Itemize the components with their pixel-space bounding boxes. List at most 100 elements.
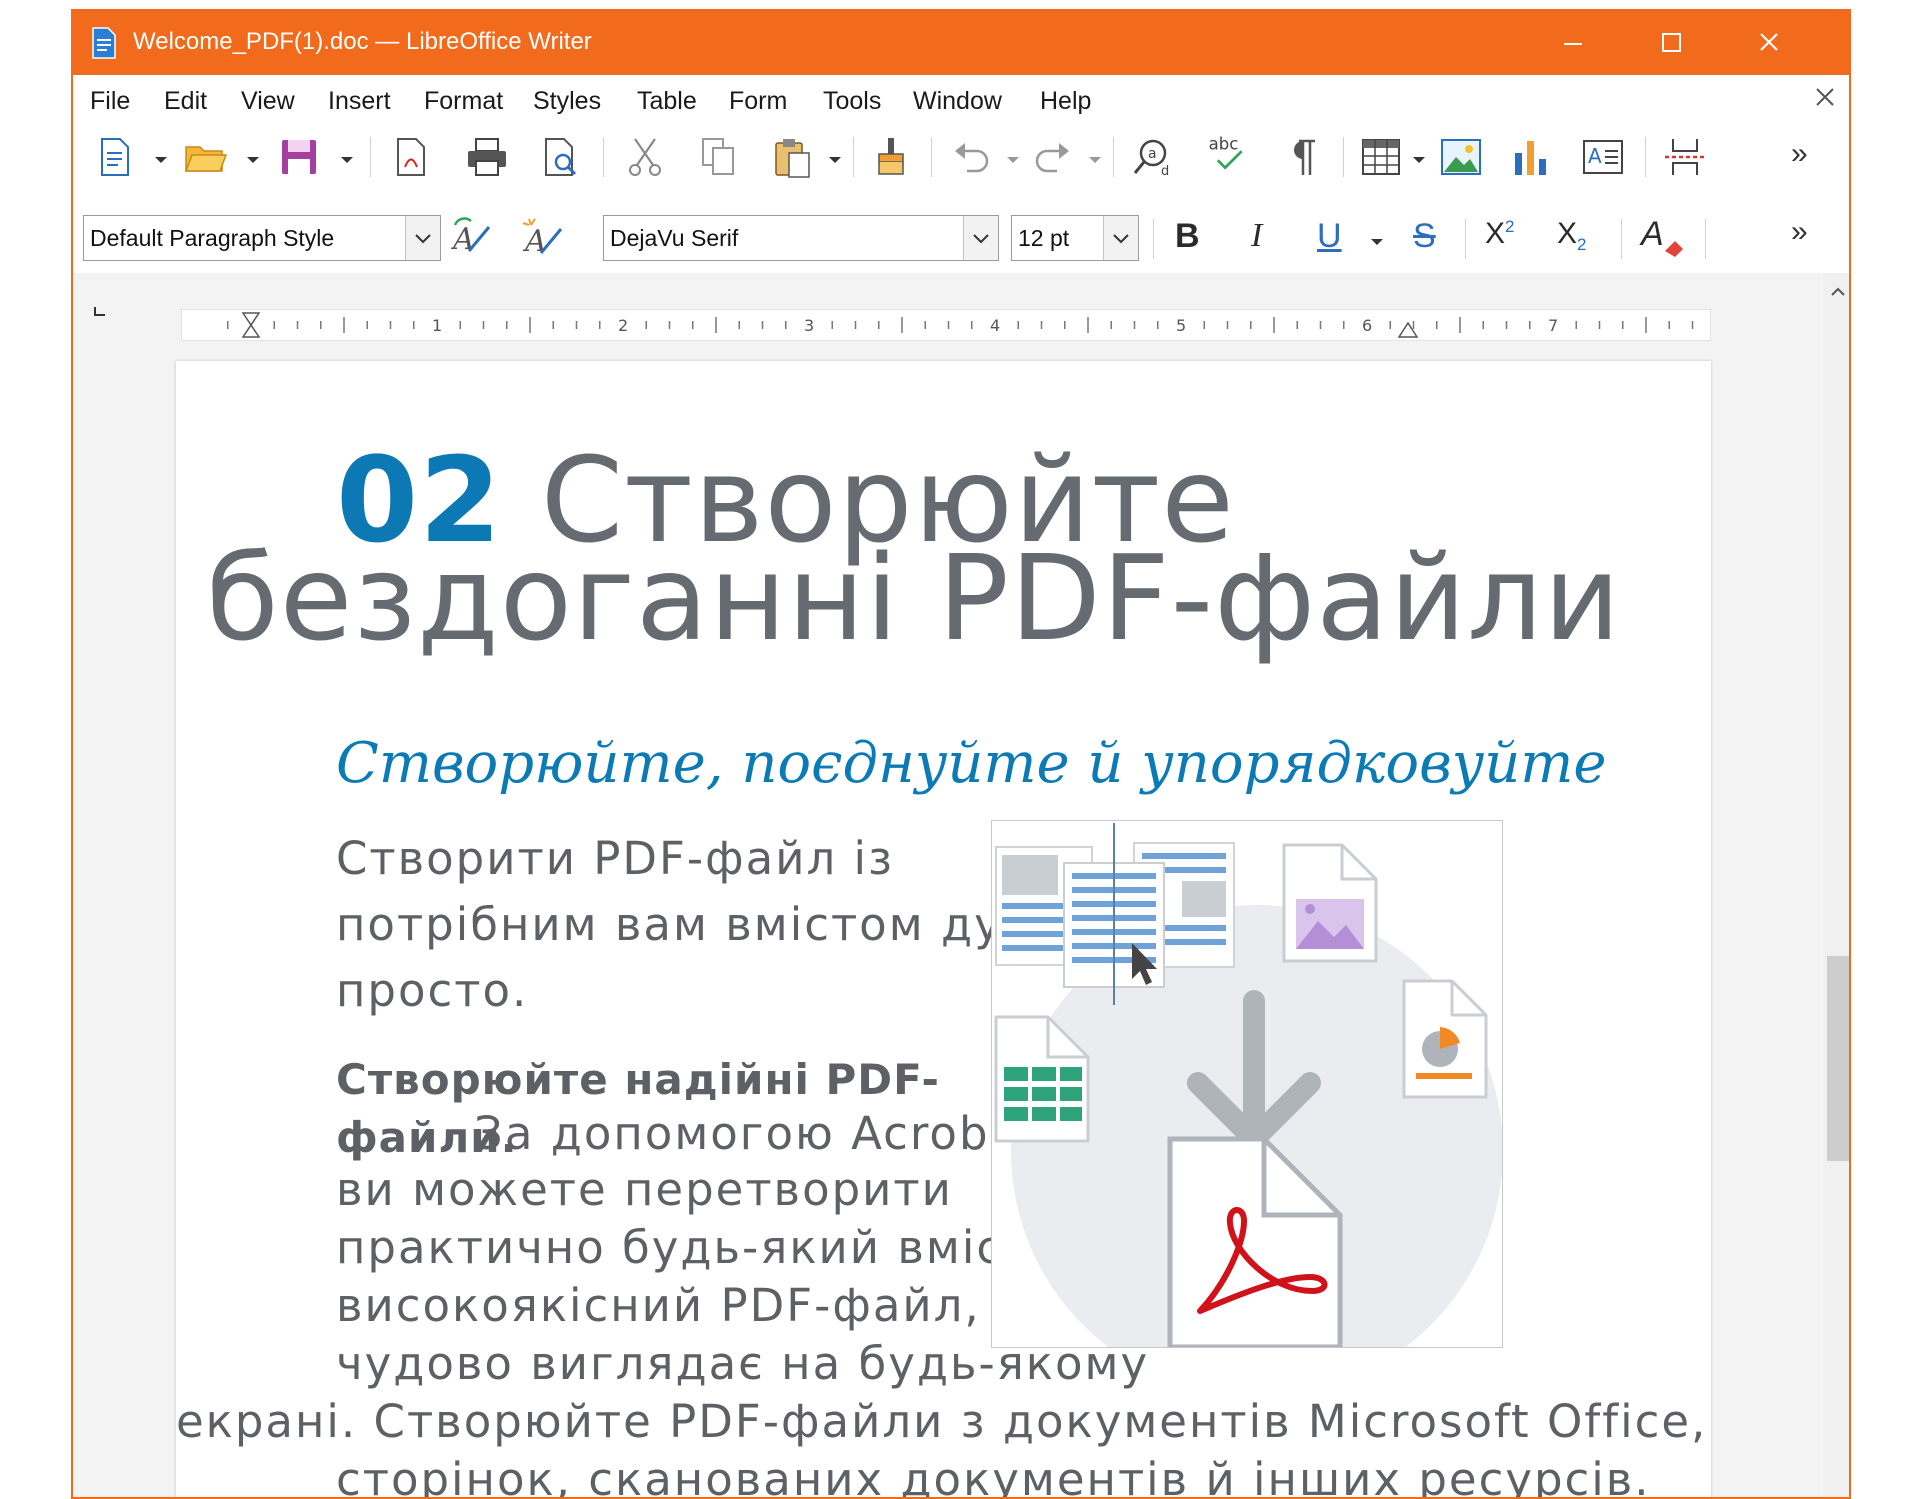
underline-button[interactable]: U: [1317, 217, 1342, 256]
menu-edit[interactable]: Edit: [164, 87, 207, 116]
toolbar-separator: [1343, 137, 1344, 177]
ruler-number: 1: [432, 316, 442, 335]
chevron-down-icon[interactable]: [153, 155, 169, 165]
strikethrough-button[interactable]: S: [1413, 217, 1436, 256]
insert-chart-icon[interactable]: [1509, 135, 1553, 179]
cut-icon[interactable]: [623, 135, 667, 179]
font-size-combo[interactable]: 12 pt: [1011, 215, 1139, 261]
menu-window[interactable]: Window: [913, 87, 1002, 116]
paragraph-2-last-line: сторінок, сканованих документів й інших …: [336, 1453, 1651, 1499]
subscript-button[interactable]: X2: [1557, 217, 1586, 255]
heading-line-2: бездоганні PDF-файли: [206, 529, 1622, 667]
horizontal-ruler[interactable]: 1 2 3 4 5 6 7: [181, 309, 1711, 341]
new-document-icon[interactable]: [93, 135, 137, 179]
menu-view[interactable]: View: [241, 87, 295, 116]
paragraph-line: просто.: [336, 964, 529, 1017]
paste-icon[interactable]: [771, 135, 815, 179]
find-replace-icon[interactable]: a d: [1131, 135, 1175, 179]
menu-file[interactable]: File: [90, 87, 130, 116]
ruler-number: 6: [1362, 316, 1372, 335]
svg-text:d: d: [1161, 164, 1169, 179]
font-size-dropdown[interactable]: [1103, 216, 1138, 260]
ruler-number: 4: [990, 316, 1000, 335]
ruler-number: 2: [618, 316, 628, 335]
close-window-button[interactable]: [1749, 25, 1789, 61]
vertical-scrollbar[interactable]: [1823, 273, 1849, 1497]
open-folder-icon[interactable]: [183, 135, 227, 179]
save-icon[interactable]: [277, 135, 321, 179]
document-page[interactable]: 02 Створюйте бездоганні PDF-файли Створю…: [176, 361, 1711, 1499]
pdf-conversion-illustration[interactable]: [991, 820, 1503, 1348]
chevron-down-icon[interactable]: [245, 155, 261, 165]
chevron-down-icon[interactable]: [1369, 237, 1385, 247]
menu-styles[interactable]: Styles: [533, 87, 601, 116]
font-name-combo[interactable]: DejaVu Serif: [603, 215, 999, 261]
scroll-up-icon[interactable]: [1828, 285, 1848, 299]
chevron-down-icon[interactable]: [1005, 155, 1021, 165]
insert-textbox-icon[interactable]: A: [1581, 135, 1625, 179]
chevron-down-icon[interactable]: [1411, 155, 1427, 165]
subscript-label: X: [1557, 217, 1578, 250]
redo-icon[interactable]: [1031, 135, 1075, 179]
insert-image-icon[interactable]: [1439, 135, 1483, 179]
svg-text:A: A: [522, 224, 547, 259]
spellcheck-icon[interactable]: abc: [1205, 131, 1249, 175]
document-canvas: 02 Створюйте бездоганні PDF-файли Створю…: [73, 359, 1823, 1499]
paragraph-2-wide-line: екрані. Створюйте PDF-файли з документів…: [176, 1395, 1711, 1448]
paragraph-style-value: Default Paragraph Style: [90, 225, 335, 251]
toolbar-separator: [1113, 137, 1114, 177]
toolbar-separator: [1465, 219, 1466, 259]
page-break-icon[interactable]: [1663, 135, 1707, 179]
toolbar-overflow-icon[interactable]: »: [1791, 137, 1808, 171]
italic-button[interactable]: I: [1251, 217, 1262, 255]
chevron-down-icon[interactable]: [827, 155, 843, 165]
formatting-toolbar: Default Paragraph Style A A DejaVu Serif…: [73, 207, 1849, 271]
chevron-down-icon: [415, 234, 431, 244]
copy-icon[interactable]: [697, 135, 741, 179]
bold-button[interactable]: B: [1175, 217, 1200, 256]
export-pdf-icon[interactable]: [389, 135, 433, 179]
title-bar[interactable]: Welcome_PDF(1).doc — LibreOffice Writer: [73, 11, 1849, 75]
paragraph-style-combo[interactable]: Default Paragraph Style: [83, 215, 441, 261]
chevron-down-icon[interactable]: [1087, 155, 1103, 165]
subtitle: Створюйте, поєднуйте й упорядковуйте: [336, 731, 1607, 796]
svg-text:abc: abc: [1209, 134, 1239, 153]
font-name-dropdown[interactable]: [963, 216, 998, 260]
print-preview-icon[interactable]: [539, 135, 583, 179]
superscript-button[interactable]: X2: [1485, 217, 1514, 251]
undo-icon[interactable]: [949, 135, 993, 179]
svg-text:A: A: [1588, 144, 1602, 168]
paragraph-style-dropdown[interactable]: [405, 216, 440, 260]
formatting-marks-icon[interactable]: [1279, 135, 1323, 179]
menu-bar: File Edit View Insert Format Styles Tabl…: [73, 75, 1849, 123]
bold-line: Створюйте надійні PDF-: [336, 1055, 940, 1104]
chevron-down-icon: [973, 234, 989, 244]
superscript-exponent: 2: [1505, 217, 1515, 236]
tab-stop-selector-icon[interactable]: [91, 301, 111, 321]
paragraph-line: Створити PDF-файл із: [336, 832, 894, 885]
chevron-down-icon[interactable]: [339, 155, 355, 165]
paragraph-line: потрібним вам вмістом ду: [336, 898, 1003, 951]
ruler-number: 3: [804, 316, 814, 335]
menu-insert[interactable]: Insert: [328, 87, 391, 116]
menu-help[interactable]: Help: [1040, 87, 1091, 116]
toolbar-separator: [603, 137, 604, 177]
insert-table-icon[interactable]: [1359, 135, 1403, 179]
toolbar-overflow-icon[interactable]: »: [1791, 215, 1808, 249]
minimize-button[interactable]: [1553, 25, 1593, 61]
menu-form[interactable]: Form: [729, 87, 787, 116]
new-style-icon[interactable]: A: [521, 215, 565, 259]
toolbar-separator: [931, 137, 932, 177]
clone-formatting-icon[interactable]: [869, 135, 913, 179]
standard-toolbar: a d abc A »: [73, 123, 1849, 189]
font-size-value: 12 pt: [1018, 225, 1070, 251]
menu-format[interactable]: Format: [424, 87, 503, 116]
menu-tools[interactable]: Tools: [823, 87, 881, 116]
scroll-thumb[interactable]: [1827, 956, 1849, 1161]
close-document-icon[interactable]: [1811, 83, 1839, 111]
maximize-button[interactable]: [1651, 25, 1691, 61]
update-style-icon[interactable]: A: [451, 215, 495, 259]
print-icon[interactable]: [465, 135, 509, 179]
menu-table[interactable]: Table: [637, 87, 697, 116]
paragraph-2-first-line: За допомогою Acrobat: [474, 1107, 1039, 1160]
